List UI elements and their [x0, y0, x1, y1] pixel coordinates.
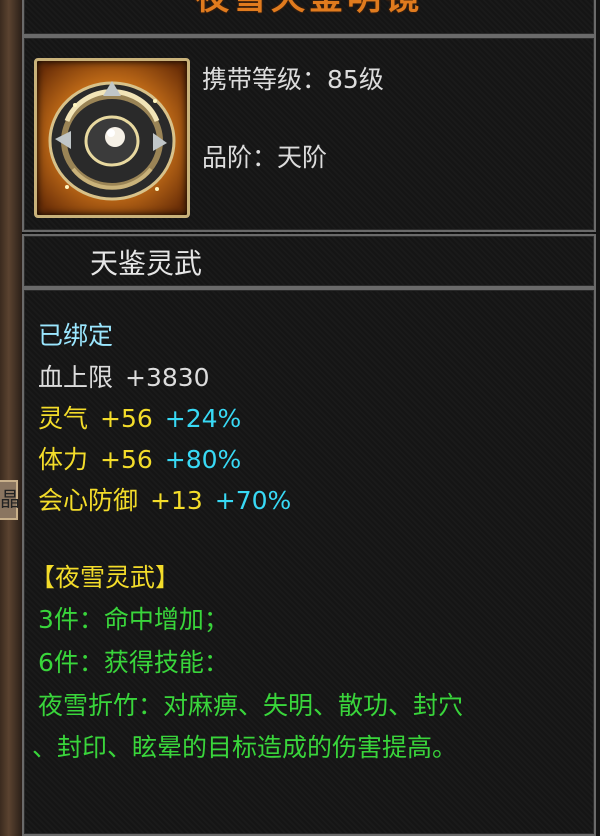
stat-name: 会心防御 — [38, 486, 139, 515]
background-game-frame: 晶 — [0, 0, 22, 836]
stat-stamina: 体力 +56 +80% — [38, 440, 241, 476]
bind-status: 已绑定 — [38, 321, 114, 350]
set-bonus-6: 6件：获得技能： — [38, 648, 229, 677]
stat-name: 体力 — [38, 445, 89, 474]
grade: 品阶：天阶 — [202, 138, 327, 174]
set-skill-line-2: 、封印、眩晕的目标造成的伤害提高。 — [32, 733, 458, 762]
stat-bonus: +24% — [164, 404, 242, 433]
stat-spirit: 灵气 +56 +24% — [38, 399, 241, 435]
carry-level: 携带等级：85级 — [202, 60, 384, 96]
stats-panel: 已绑定 血上限 +3830 灵气 +56 +24% 体力 +56 +80% 会心防御 +13… — [22, 288, 596, 836]
carry-level-label: 携带等级： — [202, 65, 328, 94]
stat-bonus: +80% — [164, 445, 242, 474]
header-panel: 携带等级：85级 品阶：天阶 — [22, 36, 596, 232]
stat-bonus: +70% — [214, 486, 292, 515]
stat-value: +56 — [100, 445, 153, 474]
side-tab-glyph: 晶 — [0, 480, 20, 520]
stat-value: +56 — [100, 404, 153, 433]
grade-value: 天阶 — [277, 143, 328, 172]
item-tooltip: 夜雪天鉴明镜 携带等级：85级 — [22, 0, 596, 836]
grade-label: 品阶： — [202, 143, 278, 172]
stat-name: 血上限 — [38, 363, 114, 392]
stat-name: 灵气 — [38, 404, 89, 433]
set-skill-line-1: 夜雪折竹：对麻痹、失明、散功、封穴 — [38, 691, 464, 720]
subname-panel: 天鉴灵武 — [22, 234, 596, 288]
item-subname: 天鉴灵武 — [90, 247, 203, 280]
mirror-disc-icon — [48, 81, 176, 201]
stat-value: +13 — [150, 486, 203, 515]
item-icon-frame — [34, 58, 190, 218]
stat-value: +3830 — [125, 363, 210, 392]
set-bonus-3: 3件：命中增加； — [38, 605, 229, 634]
carry-level-value: 85级 — [327, 65, 384, 94]
stat-hp: 血上限 +3830 — [38, 358, 210, 394]
title-panel: 夜雪天鉴明镜 — [22, 0, 596, 36]
stat-crit-defense: 会心防御 +13 +70% — [38, 481, 291, 517]
item-title: 夜雪天鉴明镜 — [24, 0, 594, 19]
set-name: 【夜雪灵武】 — [30, 563, 181, 592]
